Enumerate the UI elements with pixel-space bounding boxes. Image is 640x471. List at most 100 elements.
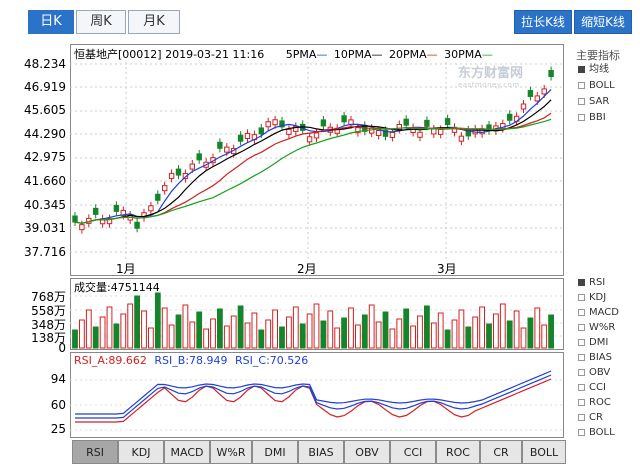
bottom-tab-wr[interactable]: W%R — [210, 440, 252, 464]
price-tick: 37.716 — [24, 245, 66, 259]
volume-bar — [196, 311, 203, 349]
volume-bar — [292, 306, 299, 349]
sub-indicator-cci[interactable]: CCI — [578, 381, 606, 395]
volume-bar — [154, 292, 161, 349]
candle-body — [375, 130, 382, 137]
checkbox-icon — [578, 428, 585, 436]
bottom-tab-dmi[interactable]: DMI — [252, 440, 298, 464]
candle-body — [369, 127, 375, 134]
volume-bar — [486, 323, 492, 349]
indicator-label: CR — [589, 412, 603, 423]
candle-body — [403, 118, 409, 126]
volume-bar — [189, 321, 196, 349]
chart-canvas — [70, 62, 563, 431]
rsi-tick: 25 — [50, 422, 66, 436]
bottom-tab-macd[interactable]: MACD — [164, 440, 210, 464]
volume-bar — [72, 329, 78, 349]
indicator-label: MACD — [589, 307, 619, 318]
checkbox-icon — [578, 383, 585, 391]
candle-body — [237, 134, 244, 142]
candle-body — [286, 128, 292, 135]
volume-bar — [368, 304, 375, 349]
volume-bar — [141, 310, 147, 349]
volume-bar — [341, 317, 348, 349]
bottom-tab-rsi[interactable]: RSI — [72, 440, 118, 464]
sub-indicator-roc[interactable]: ROC — [578, 396, 611, 410]
sub-indicator-wr[interactable]: W%R — [578, 321, 615, 335]
checkbox-icon — [578, 65, 585, 73]
checkbox-icon — [578, 113, 585, 121]
candle-body — [113, 204, 120, 212]
indicator-label: CCI — [589, 382, 606, 393]
sub-indicator-rsi[interactable]: RSI — [578, 276, 605, 290]
candle-body — [224, 146, 230, 153]
volume-bar — [175, 314, 182, 349]
sub-indicator-macd[interactable]: MACD — [578, 306, 619, 320]
checkbox-icon — [578, 413, 585, 421]
sub-indicator-kdj[interactable]: KDJ — [578, 291, 606, 305]
volume-tick: 0 — [58, 341, 66, 355]
checkbox-icon — [578, 353, 585, 361]
ma-line — [74, 88, 552, 224]
volume-bar — [520, 327, 527, 349]
candle-body — [189, 163, 196, 170]
volume-bar — [389, 328, 396, 349]
candle-body — [162, 185, 168, 192]
bottom-tab-bias[interactable]: BIAS — [298, 440, 344, 464]
candle-body — [196, 153, 202, 161]
volume-bar — [265, 319, 272, 349]
sub-indicator-dmi[interactable]: DMI — [578, 336, 608, 350]
volume-label: 成交量:4751144 — [74, 281, 160, 294]
ma20-label: 20PMA — [389, 48, 427, 61]
indicator-label: BOLL — [589, 427, 615, 438]
checkbox-icon — [578, 278, 585, 286]
volume-bar — [541, 324, 548, 349]
volume-bar — [396, 318, 403, 349]
ma10-label: 10PMA — [333, 48, 372, 61]
checkbox-icon — [578, 368, 585, 376]
sub-indicator-obv[interactable]: OBV — [578, 366, 610, 380]
checkbox-icon — [578, 308, 585, 316]
sub-indicator-cr[interactable]: CR — [578, 411, 603, 425]
indicator-label: 均线 — [589, 64, 609, 75]
rsi-legend: RSI_A:89.662 RSI_B:78.949 RSI_C:70.526 — [74, 354, 308, 367]
sub-indicator-bias[interactable]: BIAS — [578, 351, 612, 365]
volume-bar — [430, 322, 437, 349]
volume-bar — [327, 310, 334, 349]
rsi-c-label: RSI_C:70.526 — [235, 354, 309, 367]
bottom-tab-obv[interactable]: OBV — [344, 440, 390, 464]
main-indicator-boll[interactable]: BOLL — [578, 79, 615, 93]
volume-bar — [361, 314, 368, 349]
main-indicator-bbi[interactable]: BBI — [578, 111, 606, 125]
candle-body — [431, 128, 437, 135]
sub-indicator-boll[interactable]: BOLL — [578, 426, 615, 440]
ma30-label: 30PMA — [444, 48, 482, 61]
bottom-tab-boll[interactable]: BOLL — [522, 440, 566, 464]
volume-bar — [410, 325, 417, 349]
bottom-tab-kdj[interactable]: KDJ — [118, 440, 164, 464]
bottom-tab-roc[interactable]: ROC — [436, 440, 480, 464]
main-indicator-sar[interactable]: SAR — [578, 95, 609, 109]
checkbox-icon — [578, 81, 585, 89]
candle-body — [168, 172, 175, 179]
volume-bar — [334, 327, 341, 349]
volume-bar — [506, 320, 513, 349]
volume-bar — [217, 308, 223, 349]
volume-bar — [472, 316, 479, 349]
indicator-label: BBI — [589, 112, 606, 123]
bottom-tab-cci[interactable]: CCI — [390, 440, 436, 464]
rsi-a-label: RSI_A:89.662 — [74, 354, 147, 367]
volume-bar — [120, 313, 127, 349]
indicator-label: OBV — [589, 367, 611, 378]
price-tick: 40.345 — [24, 198, 66, 212]
price-tick: 44.290 — [24, 127, 66, 141]
volume-bar — [313, 303, 320, 349]
volume-bar — [85, 309, 92, 349]
bottom-tab-cr[interactable]: CR — [480, 440, 522, 464]
volume-bar — [499, 303, 506, 349]
volume-bar — [424, 305, 430, 349]
volume-bar — [375, 321, 382, 349]
candle-body — [272, 119, 278, 126]
main-indicator-ma[interactable]: 均线 — [578, 63, 609, 77]
volume-bar — [106, 306, 113, 349]
